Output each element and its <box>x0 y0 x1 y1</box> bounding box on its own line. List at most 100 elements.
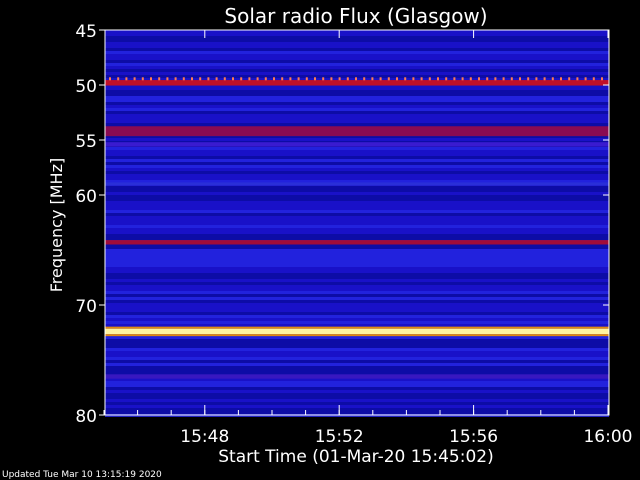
texture-row <box>105 237 609 240</box>
texture-row <box>105 306 609 309</box>
band-marker <box>256 77 259 81</box>
band-marker <box>322 77 325 81</box>
band-marker <box>379 77 382 81</box>
band-marker <box>404 77 407 81</box>
x-tick-label: 15:48 <box>180 427 229 447</box>
texture-row <box>105 54 609 57</box>
texture-row <box>105 39 609 42</box>
texture-row <box>105 156 609 159</box>
texture-row <box>105 114 609 117</box>
texture-row <box>105 72 609 75</box>
texture-row <box>105 93 609 96</box>
texture-row <box>105 69 609 72</box>
texture-row <box>105 117 609 120</box>
band-marker <box>568 77 571 81</box>
texture-row <box>105 174 609 177</box>
texture-row <box>105 360 609 363</box>
plot-area <box>104 29 610 417</box>
band-marker <box>428 77 431 81</box>
texture-row <box>105 63 609 66</box>
texture-row <box>105 231 609 234</box>
band-marker <box>478 77 480 81</box>
texture-row <box>105 318 609 321</box>
texture-row <box>105 192 609 195</box>
texture-row <box>105 162 609 165</box>
texture-row <box>105 276 609 279</box>
texture-row <box>105 204 609 207</box>
band-marker <box>182 77 185 81</box>
texture-row <box>105 366 609 369</box>
band-marker <box>601 77 603 81</box>
update-footer: Updated Tue Mar 10 13:15:19 2020 <box>2 470 162 480</box>
band-marker <box>289 77 292 81</box>
texture-row <box>105 219 609 222</box>
emission-band <box>105 80 609 86</box>
texture-row <box>105 33 609 36</box>
texture-row <box>105 102 609 105</box>
chart-title: Solar radio Flux (Glasgow) <box>224 4 487 28</box>
emission-band <box>105 328 609 335</box>
texture-row <box>105 399 609 402</box>
band-marker <box>543 77 546 81</box>
texture-row <box>105 51 609 54</box>
band-marker <box>133 77 136 81</box>
texture-row <box>105 309 609 312</box>
texture-row <box>105 267 609 270</box>
band-marker <box>330 77 333 81</box>
band-marker <box>297 77 300 81</box>
texture-row <box>105 411 609 414</box>
emission-band-edge <box>105 326 609 329</box>
texture-row <box>105 402 609 405</box>
band-marker <box>584 77 587 81</box>
texture-row <box>105 45 609 48</box>
band-marker <box>223 77 226 81</box>
texture-row <box>105 138 609 141</box>
band-marker <box>166 77 169 81</box>
band-marker <box>396 77 398 81</box>
emission-band <box>105 182 609 186</box>
texture-row <box>105 150 609 153</box>
texture-row <box>105 42 609 45</box>
band-marker <box>527 77 530 81</box>
band-marker <box>469 77 472 81</box>
texture-row <box>105 171 609 174</box>
band-marker <box>207 77 210 81</box>
texture-row <box>105 60 609 63</box>
texture-row <box>105 321 609 324</box>
band-marker <box>363 77 366 81</box>
band-marker <box>461 77 464 81</box>
texture-row <box>105 315 609 318</box>
texture-row <box>105 99 609 102</box>
texture-row <box>105 48 609 51</box>
texture-row <box>105 270 609 273</box>
texture-row <box>105 348 609 351</box>
band-marker <box>199 77 202 81</box>
band-marker <box>248 77 251 81</box>
texture-row <box>105 234 609 237</box>
texture-row <box>105 96 609 99</box>
y-tick-label: 45 <box>75 22 97 42</box>
band-marker <box>387 77 390 81</box>
emission-band <box>105 240 609 245</box>
texture-row <box>105 291 609 294</box>
spectrogram-chart: Solar radio Flux (Glasgow) 455055607080 … <box>2 4 632 480</box>
texture-row <box>105 168 609 171</box>
texture-row <box>105 225 609 228</box>
band-marker <box>191 77 193 81</box>
y-tick-label: 80 <box>75 407 97 427</box>
band-marker <box>560 77 562 81</box>
texture-row <box>105 339 609 342</box>
texture-row <box>105 213 609 216</box>
band-marker <box>264 77 267 81</box>
band-marker <box>551 77 554 81</box>
band-marker <box>232 77 234 81</box>
texture-row <box>105 354 609 357</box>
texture-row <box>105 393 609 396</box>
texture-row <box>105 342 609 345</box>
texture-row <box>105 66 609 69</box>
texture-row <box>105 312 609 315</box>
texture-row <box>105 111 609 114</box>
texture-row <box>105 294 609 297</box>
band-marker <box>174 77 177 81</box>
band-marker <box>412 77 415 81</box>
